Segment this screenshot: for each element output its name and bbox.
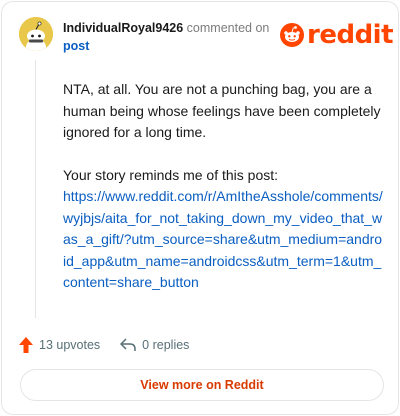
username-link[interactable]: IndividualRoyal9426	[63, 21, 183, 35]
comment-header: IndividualRoyal9426 commented on post	[63, 19, 278, 55]
reply-count: 0 replies	[142, 338, 190, 352]
reddit-logo[interactable]: reddit	[280, 20, 394, 50]
comment-body: NTA, at all. You are not a punching bag,…	[63, 79, 383, 294]
user-avatar-icon[interactable]	[19, 17, 53, 51]
reply-arrow-icon	[120, 338, 136, 351]
upvote-count: 13 upvotes	[39, 338, 101, 352]
shared-post-link[interactable]: https://www.reddit.com/r/AmItheAsshole/c…	[63, 186, 383, 294]
comment-paragraph-1: NTA, at all. You are not a punching bag,…	[63, 81, 381, 140]
replies-button[interactable]: 0 replies	[120, 338, 189, 352]
commented-on-text: commented on	[186, 21, 270, 35]
comment-actions: 13 upvotes 0 replies	[19, 335, 189, 355]
upvote-button[interactable]: 13 upvotes	[19, 337, 100, 353]
post-link[interactable]: post	[63, 39, 89, 53]
embedded-comment-card: IndividualRoyal9426 commented on post re…	[1, 1, 399, 415]
reddit-wordmark: reddit	[307, 20, 394, 50]
comment-paragraph-2-text: Your story reminds me of this post:	[63, 166, 279, 183]
comment-paragraph-2: Your story reminds me of this post: http…	[63, 165, 383, 294]
reddit-snoo-logo-icon	[280, 23, 304, 47]
thread-line	[35, 60, 36, 318]
upvote-arrow-icon	[19, 337, 33, 353]
view-more-button[interactable]: View more on Reddit	[20, 369, 384, 401]
